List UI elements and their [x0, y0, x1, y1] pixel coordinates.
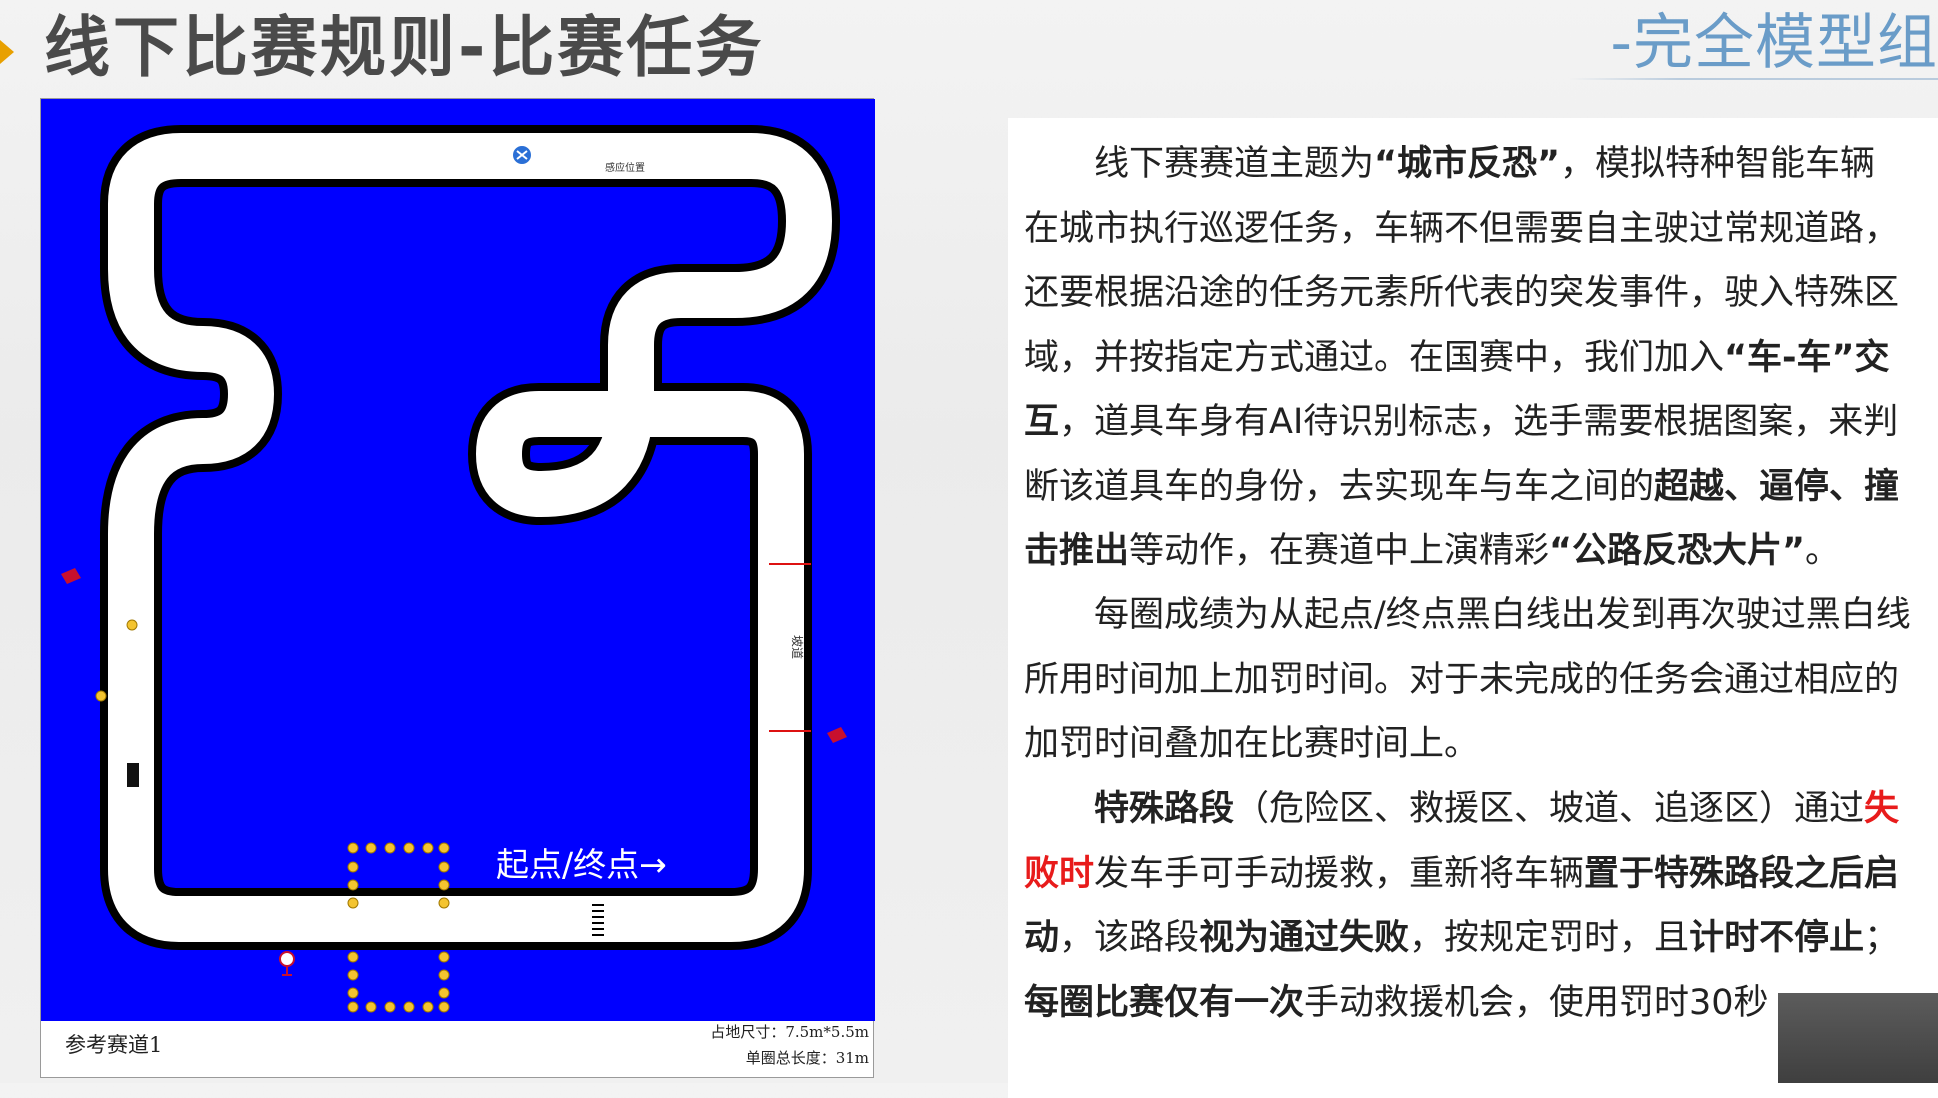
text-span: 每圈成绩为从起点/终点黑白线出发到再次驶过黑白线	[1094, 595, 1911, 635]
text-span: 击推出	[1024, 531, 1130, 571]
text-span: 失	[1864, 789, 1900, 829]
map-size-label: 占地尺寸：7.5m*5.5m	[710, 1023, 869, 1041]
text-line: 特殊路段（危险区、救援区、坡道、追逐区）通过失	[1024, 777, 1924, 842]
rules-text-panel: 线下赛赛道主题为“城市反恐”，模拟特种智能车辆 在城市执行巡逻任务，车辆不但需要…	[1008, 118, 1938, 1098]
text-line: 域，并按指定方式通过。在国赛中，我们加入“车-车”交	[1024, 326, 1924, 391]
text-span: 手动救援机会，使用罚时30秒	[1304, 982, 1769, 1023]
video-overlay-block	[1778, 993, 1938, 1083]
text-line: 动，该路段视为通过失败，按规定罚时，且计时不停止；	[1024, 906, 1924, 971]
track-map-figure: 坡道 感应位置 起点/终点→ 参考赛道1 占地尺寸：7.5m*5.5m 单圈总长…	[40, 98, 875, 1078]
text-line: 败时发车手可手动援救，重新将车辆置于特殊路段之后启	[1024, 842, 1924, 907]
text-span: ；	[1864, 918, 1900, 958]
text-span: 发车手可手动援救，重新将车辆	[1094, 853, 1585, 894]
text-span: ，模拟特种智能车辆	[1560, 144, 1876, 184]
start-finish-line	[591, 899, 605, 941]
text-line: 加罚时间叠加在比赛时间上。	[1024, 724, 1480, 764]
text-line: 在城市执行巡逻任务，车辆不但需要自主驶过常规道路，	[1024, 208, 1900, 249]
text-span: 断该道具车的身份，去实现车与车之间的	[1024, 466, 1655, 507]
text-span: ，该路段	[1059, 918, 1200, 958]
text-span: ，道具车身有AI待识别标志，选手需要根据图案，来判	[1059, 402, 1899, 442]
title-arrow-icon	[0, 40, 14, 64]
map-dimensions: 占地尺寸：7.5m*5.5m 单圈总长度：31m	[710, 1019, 869, 1071]
sensor-label: 感应位置	[605, 161, 645, 174]
ramp-label: 坡道	[790, 635, 804, 659]
text-span: 超越、逼停、撞	[1654, 466, 1900, 507]
rules-paragraph-1: 线下赛赛道主题为“城市反恐”，模拟特种智能车辆 在城市执行巡逻任务，车辆不但需要…	[1024, 132, 1924, 584]
text-span: 。	[1805, 531, 1841, 571]
text-span: 动	[1024, 918, 1060, 958]
text-line: 每圈成绩为从起点/终点黑白线出发到再次驶过黑白线	[1024, 583, 1924, 648]
text-line: 断该道具车的身份，去实现车与车之间的超越、逼停、撞	[1024, 455, 1924, 520]
text-line: 所用时间加上加罚时间。对于未完成的任务会通过相应的	[1024, 659, 1900, 700]
text-span: 每圈比赛仅有一次	[1024, 982, 1305, 1023]
text-span: 线下赛赛道主题为	[1094, 144, 1375, 184]
block-marker	[127, 763, 139, 787]
track-map: 坡道 感应位置 起点/终点→	[41, 99, 875, 1021]
text-span: 视为通过失败	[1199, 918, 1410, 958]
text-span: 域，并按指定方式通过。在国赛中，我们加入	[1024, 337, 1725, 378]
text-line: 还要根据沿途的任务元素所代表的突发事件，驶入特殊区	[1024, 273, 1900, 313]
subtitle-divider	[1570, 78, 1938, 80]
page-title: 线下比赛规则-比赛任务	[44, 9, 765, 86]
map-length-label: 单圈总长度：31m	[745, 1049, 869, 1067]
text-span: ，按规定罚时，且	[1409, 918, 1690, 958]
text-line: 线下赛赛道主题为“城市反恐”，模拟特种智能车辆	[1024, 132, 1924, 197]
text-line: 互，道具车身有AI待识别标志，选手需要根据图案，来判	[1024, 390, 1924, 455]
text-span: “公路反恐大片”	[1549, 531, 1806, 571]
text-line: 击推出等动作，在赛道中上演精彩“公路反恐大片”。	[1024, 519, 1924, 584]
text-span: 等动作，在赛道中上演精彩	[1129, 531, 1550, 571]
text-span: “城市反恐”	[1374, 144, 1561, 184]
text-span: 特殊路段	[1094, 789, 1235, 829]
start-finish-label: 起点/终点→	[496, 845, 667, 884]
sensor-icon	[511, 144, 533, 166]
text-span: 计时不停止	[1689, 918, 1865, 958]
page-subtitle: -完全模型组	[1610, 8, 1938, 78]
text-span: 置于特殊路段之后启	[1584, 853, 1900, 894]
map-caption: 参考赛道1	[65, 1033, 163, 1057]
text-span: 互	[1024, 402, 1060, 442]
text-span: 败时	[1024, 853, 1095, 894]
text-span: （危险区、救援区、坡道、追逐区）通过	[1234, 789, 1865, 829]
text-span: “车-车”交	[1724, 337, 1890, 378]
rules-paragraph-2: 每圈成绩为从起点/终点黑白线出发到再次驶过黑白线 所用时间加上加罚时间。对于未完…	[1024, 583, 1924, 777]
